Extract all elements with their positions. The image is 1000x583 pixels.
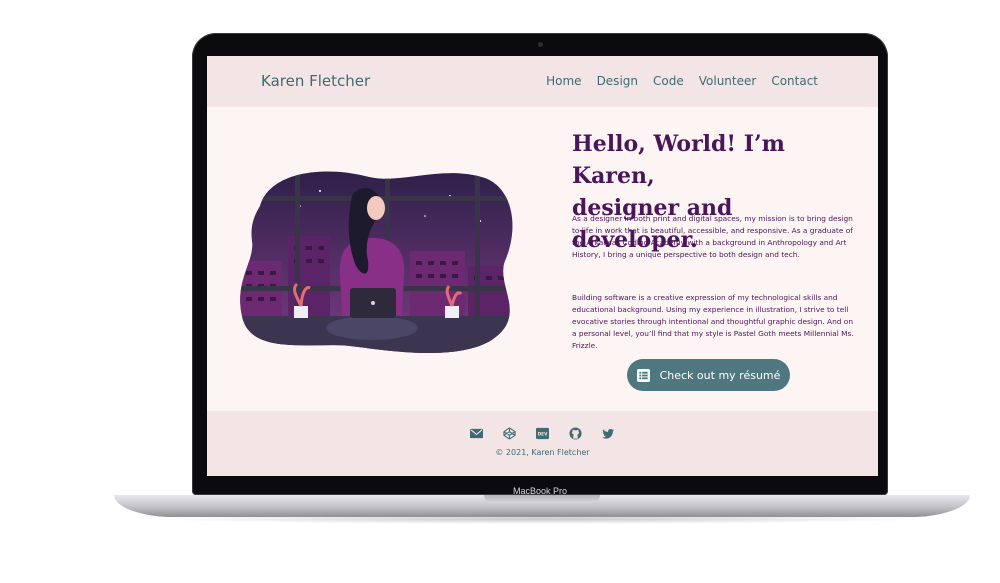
site-footer: DEV © 2021, Karen Fletcher xyxy=(207,411,878,476)
intro-paragraph-1: As a designer in both print and digital … xyxy=(572,214,853,260)
dev-icon[interactable]: DEV xyxy=(536,425,549,440)
hero-illustration xyxy=(240,166,518,356)
list-icon xyxy=(636,368,650,382)
codepen-icon[interactable] xyxy=(503,425,516,440)
copyright-text: © 2021, Karen Fletcher xyxy=(495,448,590,457)
resume-button-label: Check out my résumé xyxy=(659,368,781,382)
nav-home[interactable]: Home xyxy=(546,74,581,88)
github-icon[interactable] xyxy=(569,425,582,440)
camera-dot xyxy=(538,42,543,47)
twitter-icon[interactable] xyxy=(602,425,615,439)
resume-button[interactable]: Check out my résumé xyxy=(627,359,790,391)
social-links: DEV xyxy=(207,425,878,440)
laptop-base xyxy=(114,495,970,517)
site-brand[interactable]: Karen Fletcher xyxy=(261,72,370,90)
headline-line-1: Hello, World! I’m Karen, xyxy=(572,131,785,189)
mail-icon[interactable] xyxy=(470,425,483,439)
woman-with-laptop-illustration xyxy=(240,171,513,353)
top-nav: Karen Fletcher Home Design Code Voluntee… xyxy=(207,56,878,107)
nav-design[interactable]: Design xyxy=(597,74,638,88)
browser-viewport: Karen Fletcher Home Design Code Voluntee… xyxy=(207,56,878,476)
nav-volunteer[interactable]: Volunteer xyxy=(699,74,757,88)
nav-contact[interactable]: Contact xyxy=(771,74,818,88)
intro-paragraph-2: Building software is a creative expressi… xyxy=(572,293,854,351)
svg-text:DEV: DEV xyxy=(538,432,548,438)
nav-code[interactable]: Code xyxy=(653,74,684,88)
nav-menu: Home Design Code Volunteer Contact xyxy=(546,74,818,88)
laptop-notch xyxy=(484,495,600,503)
